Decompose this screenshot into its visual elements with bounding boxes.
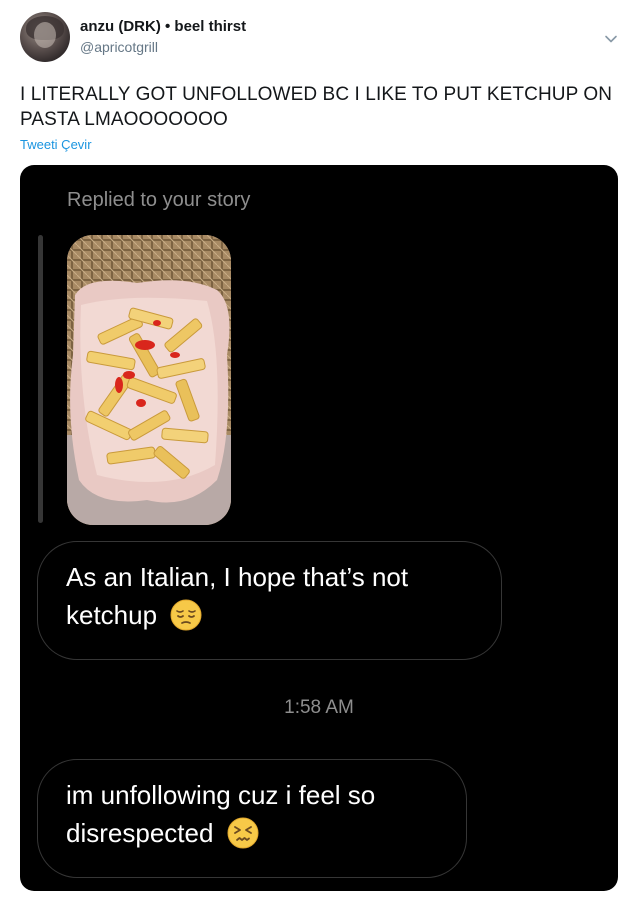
tweet-media-image[interactable]: Replied to your story As an Italian, I h… xyxy=(20,165,618,891)
avatar-face xyxy=(34,22,56,48)
pasta-photo xyxy=(67,235,231,525)
avatar[interactable] xyxy=(20,12,70,62)
message-text: im unfollowing cuz i feel so disrespecte… xyxy=(66,780,376,848)
story-reply-bar xyxy=(38,235,43,523)
tweet-text: I LITERALLY GOT UNFOLLOWED BC I LIKE TO … xyxy=(20,84,613,130)
pasta-illustration xyxy=(67,235,231,525)
pensive-face-icon xyxy=(170,599,202,631)
message-text: As an Italian, I hope that’s not ketchup xyxy=(66,562,409,630)
message-timestamp: 1:58 AM xyxy=(284,697,354,718)
tweet-header: anzu (DRK) • beel thirst @apricotgrill xyxy=(20,12,620,68)
author-name[interactable]: anzu (DRK) • beel thirst xyxy=(80,18,246,35)
translate-link[interactable]: Tweeti Çevir xyxy=(20,137,92,152)
chevron-down-icon[interactable] xyxy=(604,32,618,46)
confounded-face-icon xyxy=(227,817,259,849)
message-bubble-unfollow: im unfollowing cuz i feel so disrespecte… xyxy=(37,759,467,878)
author-handle[interactable]: @apricotgrill xyxy=(80,39,158,55)
message-bubble-italian: As an Italian, I hope that’s not ketchup xyxy=(37,541,502,660)
replied-label: Replied to your story xyxy=(67,189,251,211)
